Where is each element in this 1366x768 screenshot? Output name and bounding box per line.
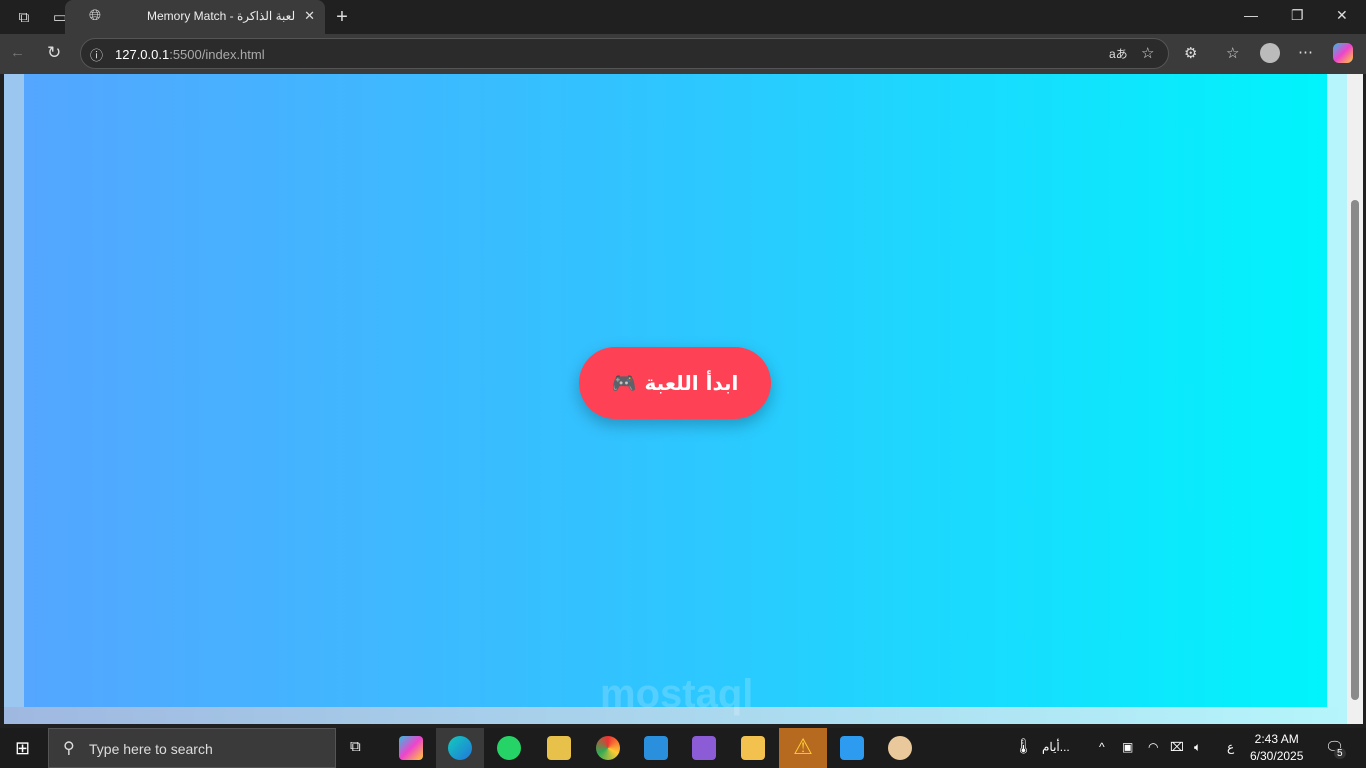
time: 2:43 AM [1254, 732, 1299, 746]
minimize-button[interactable]: — [1244, 7, 1258, 23]
battery-icon[interactable]: ⌧ [1170, 740, 1184, 754]
read-aloud-icon[interactable]: aあ [1109, 45, 1128, 62]
volume-icon[interactable]: 🔈︎ [1194, 740, 1201, 755]
copilot-icon[interactable] [1333, 43, 1353, 63]
taskbar: ⊞ ⚲ Type here to search ⧉ ⚠ 🌡 أيام... ^ … [0, 728, 1366, 768]
globe-icon: 🌐︎ [89, 7, 102, 24]
profile-avatar[interactable] [1260, 43, 1280, 63]
taskbar-search[interactable]: ⚲ Type here to search [48, 728, 336, 768]
whatsapp-icon[interactable] [497, 736, 521, 760]
scrollbar-thumb[interactable] [1351, 200, 1359, 700]
weather-icon[interactable]: 🌡 [1014, 737, 1033, 755]
warning-app-icon[interactable]: ⚠ [779, 728, 827, 768]
task-view-icon[interactable]: ⧉ [350, 738, 361, 755]
date: 6/30/2025 [1250, 749, 1304, 763]
workspaces-icon[interactable]: ⧉ [14, 7, 34, 27]
close-tab-icon[interactable]: ✕ [304, 8, 315, 24]
new-tab-button[interactable]: + [332, 6, 352, 28]
favorites-icon[interactable]: ☆ [1226, 44, 1239, 62]
close-window-button[interactable]: ✕ [1336, 7, 1348, 24]
page-edge [1327, 74, 1347, 724]
paint-icon[interactable] [888, 736, 912, 760]
refresh-icon[interactable]: ↻ [47, 43, 61, 63]
url-host: 127.0.0.1 [115, 47, 170, 62]
windows-start-icon[interactable]: ⊞ [15, 738, 30, 759]
copilot-app-icon[interactable] [399, 736, 423, 760]
back-icon[interactable]: ← [10, 44, 25, 61]
tab-bar: ⧉ ▭ 🌐︎ Memory Match - لعبة الذاكرة ✕ + —… [0, 0, 1366, 34]
edge-app-active[interactable] [436, 728, 484, 768]
input-language[interactable]: ع [1227, 740, 1234, 754]
info-icon[interactable]: ⓘ [90, 45, 103, 64]
restore-button[interactable]: ❐ [1291, 7, 1304, 24]
more-menu-icon[interactable]: ⋯ [1298, 43, 1313, 61]
app-icon[interactable] [547, 736, 571, 760]
notification-count: 5 [1334, 748, 1346, 759]
gamepad-icon: 🎮 [611, 371, 637, 395]
visual-studio-icon[interactable] [692, 736, 716, 760]
clock[interactable]: 2:43 AM 6/30/2025 [1250, 731, 1303, 765]
search-placeholder: Type here to search [89, 741, 213, 757]
photos-icon[interactable] [840, 736, 864, 760]
address-bar-row: ← ↻ ⓘ 127.0.0.1:5500/index.html aあ ☆ ⚙ ☆… [0, 34, 1366, 74]
address-input[interactable]: ⓘ 127.0.0.1:5500/index.html aあ ☆ [80, 38, 1169, 69]
extensions-icon[interactable]: ⚙ [1184, 44, 1197, 62]
start-game-button[interactable]: ابدأ اللعبة 🎮 [579, 347, 771, 419]
wifi-icon[interactable]: ◠ [1148, 740, 1158, 754]
tab-active[interactable]: 🌐︎ Memory Match - لعبة الذاكرة ✕ [65, 0, 325, 34]
camera-icon[interactable]: ▣ [1122, 740, 1133, 754]
vscode-icon[interactable] [644, 736, 668, 760]
watermark: mostaql [600, 672, 754, 716]
show-hidden-icons[interactable]: ^ [1099, 740, 1105, 754]
file-explorer-icon[interactable] [741, 736, 765, 760]
start-button-label: ابدأ اللعبة [644, 371, 739, 395]
url-path: :5500/index.html [169, 47, 265, 62]
scrollbar[interactable] [1347, 74, 1363, 724]
weather-text[interactable]: أيام... [1042, 740, 1070, 754]
chrome-icon[interactable] [596, 736, 620, 760]
favorite-star-icon[interactable]: ☆ [1141, 44, 1154, 62]
tab-title: Memory Match - لعبة الذاكرة [147, 9, 296, 23]
search-icon: ⚲ [63, 740, 75, 757]
